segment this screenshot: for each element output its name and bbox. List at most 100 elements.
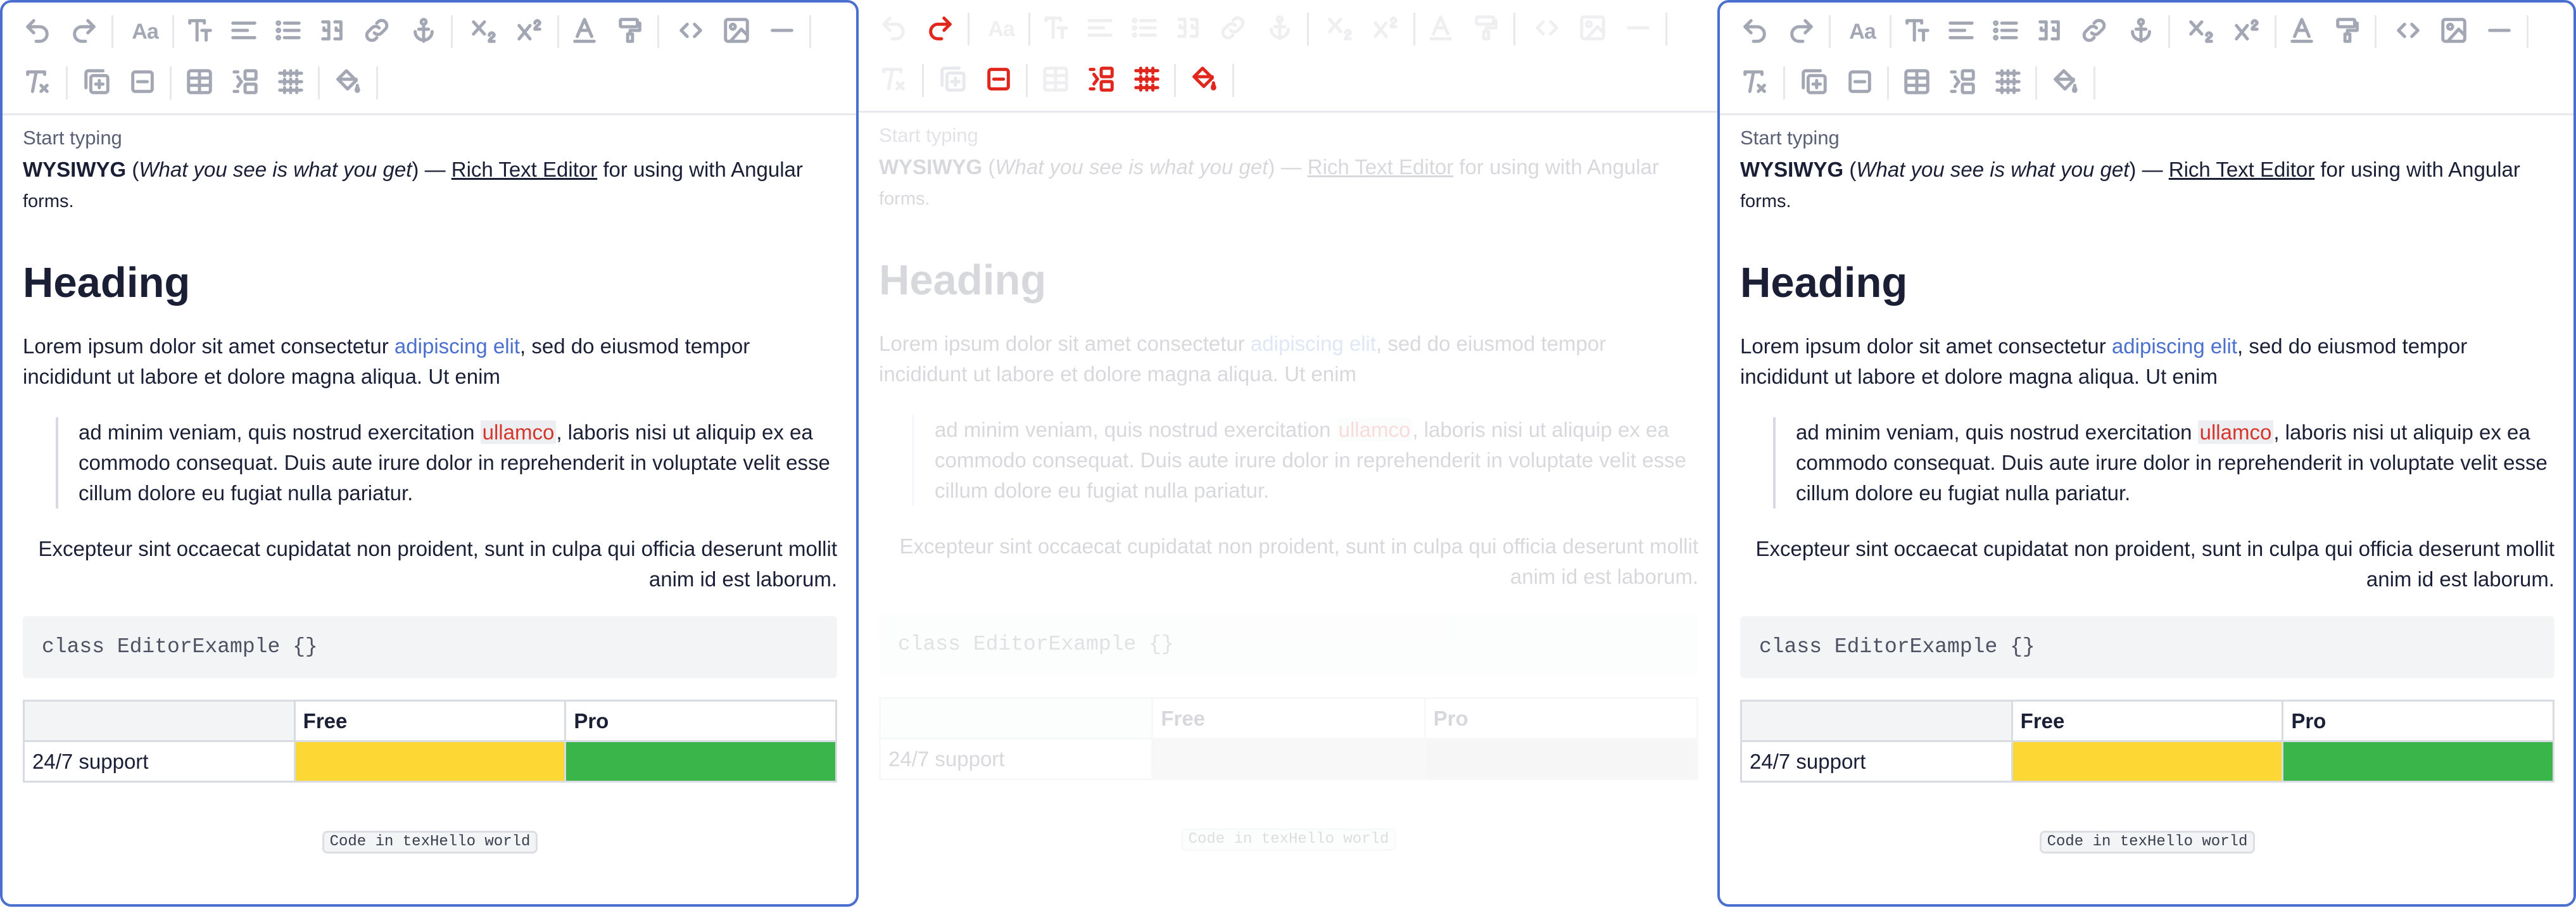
- merge-cells-button[interactable]: [1083, 62, 1120, 99]
- link-button[interactable]: [2076, 13, 2112, 50]
- table-cell-free[interactable]: [293, 740, 567, 783]
- font-size-button[interactable]: Aa: [127, 13, 163, 50]
- cell-color-button[interactable]: [329, 65, 366, 101]
- delete-row-button[interactable]: [980, 62, 1017, 99]
- table-cell-label[interactable]: 24/7 support: [878, 738, 1154, 780]
- delete-row-button[interactable]: [124, 65, 161, 101]
- split-cells-button[interactable]: [1990, 65, 2026, 101]
- redo-button[interactable]: [922, 11, 959, 47]
- image-button[interactable]: [1574, 11, 1611, 47]
- blockquote-button[interactable]: [2031, 13, 2068, 50]
- delete-row-button[interactable]: [1841, 65, 1878, 101]
- link-button[interactable]: [1215, 11, 1251, 47]
- horizontal-rule-button[interactable]: [764, 13, 800, 50]
- body-link[interactable]: adipiscing elit: [2112, 334, 2237, 358]
- horizontal-rule-button[interactable]: [2481, 13, 2518, 50]
- align-button[interactable]: [225, 13, 262, 50]
- text-style-button[interactable]: [181, 13, 218, 50]
- superscript-button[interactable]: [2229, 13, 2266, 50]
- table-header-cell[interactable]: Pro: [564, 700, 837, 742]
- split-cells-button[interactable]: [1128, 62, 1165, 99]
- subscript-button[interactable]: [466, 13, 503, 50]
- code-button[interactable]: [2390, 13, 2427, 50]
- table-button[interactable]: [181, 65, 218, 101]
- horizontal-rule-button[interactable]: [1620, 11, 1657, 47]
- table-header-cell[interactable]: Free: [293, 700, 567, 742]
- intro-rest: for using with Angular: [597, 158, 803, 181]
- anchor-button[interactable]: [405, 13, 442, 50]
- superscript-button[interactable]: [512, 13, 548, 50]
- delete-row-icon: [984, 65, 1013, 97]
- table-cell-label[interactable]: 24/7 support: [23, 740, 296, 783]
- body-link[interactable]: adipiscing elit: [1251, 332, 1376, 355]
- body-paragraph: Lorem ipsum dolor sit amet consectetur a…: [23, 331, 837, 392]
- editor-content[interactable]: Start typing WYSIWYG (What you see is wh…: [878, 124, 1699, 851]
- format-paint-button[interactable]: [1468, 11, 1505, 47]
- redo-button[interactable]: [66, 13, 103, 50]
- image-button[interactable]: [718, 13, 755, 50]
- table-cell-pro[interactable]: [1424, 738, 1699, 780]
- table-cell-label[interactable]: 24/7 support: [1740, 740, 2013, 783]
- code-button[interactable]: [1529, 11, 1565, 47]
- body-link[interactable]: adipiscing elit: [395, 334, 520, 358]
- table-cell-free[interactable]: [2011, 740, 2284, 783]
- clear-format-button[interactable]: [875, 62, 912, 99]
- table-cell-pro[interactable]: [564, 740, 837, 783]
- format-paint-button[interactable]: [612, 13, 648, 50]
- blockquote-button[interactable]: [314, 13, 351, 50]
- table-header-cell[interactable]: Pro: [2282, 700, 2554, 742]
- list-button[interactable]: [1126, 11, 1163, 47]
- insert-row-button[interactable]: [935, 62, 971, 99]
- undo-button[interactable]: [19, 13, 56, 50]
- code-button[interactable]: [672, 13, 709, 50]
- editor-content[interactable]: Start typing WYSIWYG (What you see is wh…: [23, 127, 837, 854]
- cell-color-button[interactable]: [1185, 62, 1222, 99]
- subscript-button[interactable]: [1322, 11, 1359, 47]
- intro-close: ) —: [2129, 158, 2169, 181]
- table-header-cell[interactable]: [23, 700, 296, 742]
- anchor-button[interactable]: [1261, 11, 1298, 47]
- link-button[interactable]: [358, 13, 395, 50]
- text-color-button[interactable]: [566, 13, 603, 50]
- font-size-button[interactable]: Aa: [983, 11, 1020, 47]
- table-header-cell[interactable]: [878, 697, 1154, 740]
- insert-row-button[interactable]: [79, 65, 115, 101]
- undo-button[interactable]: [1736, 13, 1773, 50]
- undo-button[interactable]: [875, 11, 912, 47]
- subscript-button[interactable]: [2183, 13, 2220, 50]
- table-cell-pro[interactable]: [2282, 740, 2554, 783]
- table-header-cell[interactable]: Free: [2011, 700, 2284, 742]
- list-button[interactable]: [1987, 13, 2024, 50]
- table-header-cell[interactable]: Free: [1151, 697, 1426, 740]
- table-header-cell[interactable]: [1740, 700, 2013, 742]
- clear-format-button[interactable]: [19, 65, 56, 101]
- table-button[interactable]: [1037, 62, 1074, 99]
- text-style-button[interactable]: [1037, 11, 1074, 47]
- list-button[interactable]: [270, 13, 306, 50]
- redo-button[interactable]: [1783, 13, 1820, 50]
- blockquote-icon: [2035, 16, 2064, 48]
- align-button[interactable]: [1082, 11, 1118, 47]
- align-button[interactable]: [1943, 13, 1979, 50]
- table-cell-free[interactable]: [1151, 738, 1426, 780]
- cell-color-button[interactable]: [2047, 65, 2083, 101]
- insert-row-button[interactable]: [1796, 65, 1833, 101]
- clear-format-button[interactable]: [1736, 65, 1773, 101]
- split-cells-button[interactable]: [272, 65, 309, 101]
- merge-cells-button[interactable]: [227, 65, 263, 101]
- format-paint-button[interactable]: [2329, 13, 2366, 50]
- blockquote-button[interactable]: [1170, 11, 1207, 47]
- redo-icon: [70, 16, 99, 48]
- table-header-cell[interactable]: Pro: [1424, 697, 1699, 740]
- editor-content[interactable]: Start typing WYSIWYG (What you see is wh…: [1740, 127, 2554, 854]
- superscript-button[interactable]: [1368, 11, 1405, 47]
- font-size-button[interactable]: Aa: [1844, 13, 1881, 50]
- merge-cells-button[interactable]: [1944, 65, 1981, 101]
- table-button[interactable]: [1898, 65, 1935, 101]
- image-button[interactable]: [2435, 13, 2472, 50]
- anchor-button[interactable]: [2123, 13, 2159, 50]
- intro-close: ) —: [412, 158, 451, 181]
- text-color-button[interactable]: [2283, 13, 2320, 50]
- text-style-button[interactable]: [1898, 13, 1935, 50]
- text-color-button[interactable]: [1422, 11, 1459, 47]
